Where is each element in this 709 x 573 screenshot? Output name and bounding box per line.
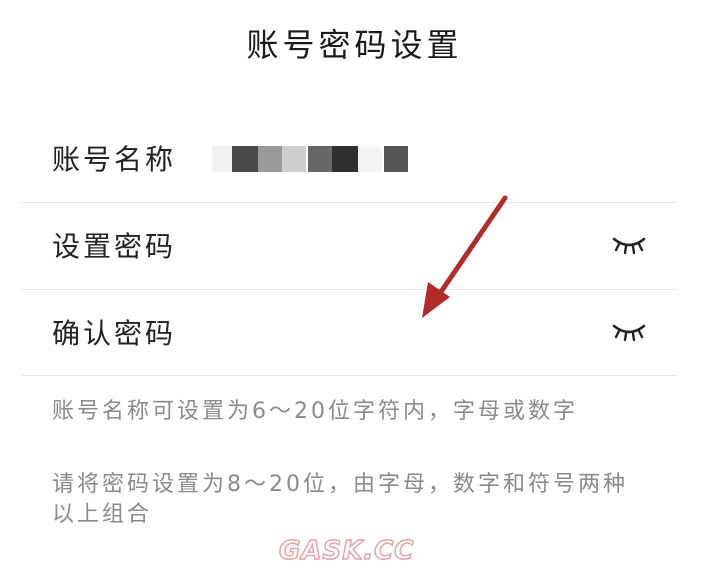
annotation-arrow xyxy=(422,195,508,318)
watermark-logo: GASK.CC xyxy=(278,535,415,567)
